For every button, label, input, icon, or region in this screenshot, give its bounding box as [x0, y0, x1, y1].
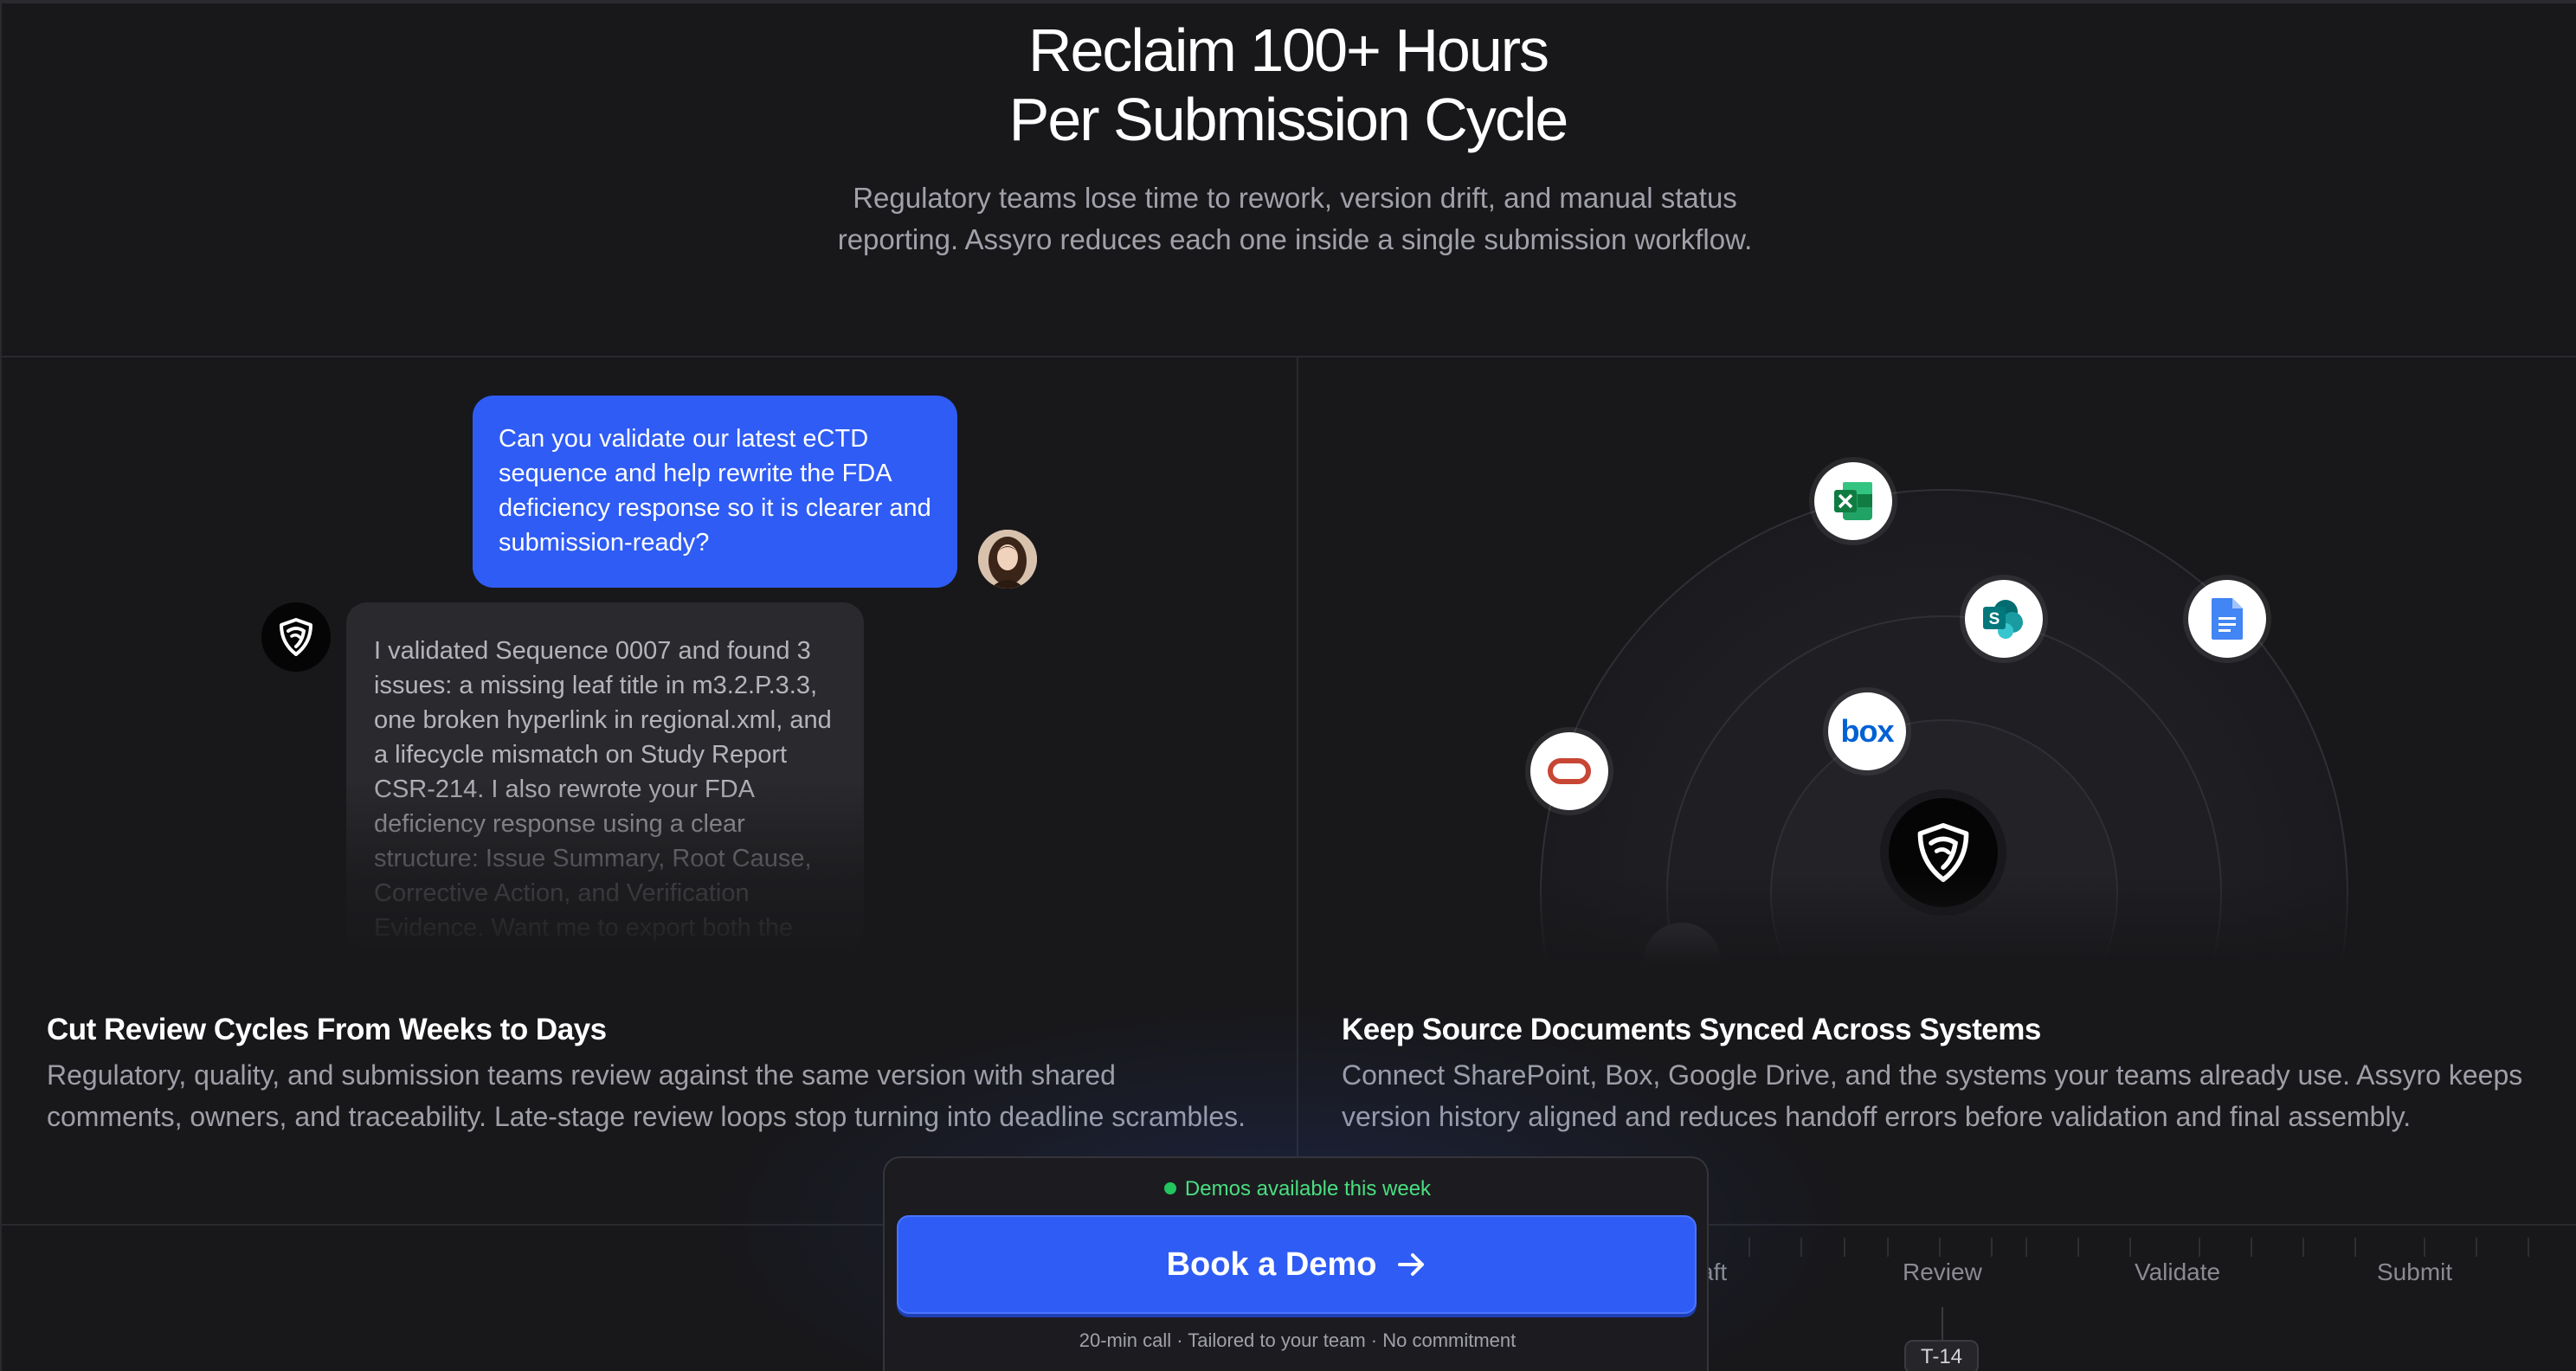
timeline-tick [2077, 1238, 2079, 1257]
section-divider [0, 356, 2576, 357]
timeline-tick [2025, 1238, 2027, 1257]
excel-icon [1834, 482, 1872, 520]
timeline-tick [2528, 1238, 2529, 1257]
timeline-stage-review: Review [1903, 1258, 1982, 1285]
page-title: Reclaim 100+ Hours Per Submission Cycle [0, 16, 2576, 154]
hero-subtitle: Regulatory teams lose time to rework, ve… [837, 182, 1753, 255]
user-avatar [978, 530, 1037, 589]
timeline-tick [2199, 1238, 2200, 1257]
box-node: box [1828, 692, 1906, 770]
sharepoint-icon: S [1983, 600, 2023, 639]
cta-card: Demos available this week Book a Demo 20… [883, 1156, 1709, 1371]
google-docs-icon [2212, 598, 2243, 640]
orbit-fade [1300, 874, 2576, 964]
feature-title-review: Cut Review Cycles From Weeks to Days [47, 1013, 607, 1046]
book-demo-label: Book a Demo [1166, 1245, 1377, 1283]
timeline-tick [1991, 1238, 1993, 1257]
oracle-node [1530, 732, 1608, 810]
box-icon: box [1840, 713, 1894, 749]
timeline-tick [2424, 1238, 2425, 1257]
timeline-tick [1887, 1238, 1889, 1257]
cta-note: 20-min call · Tailored to your team · No… [1079, 1329, 1517, 1351]
timeline-tick [2476, 1238, 2477, 1257]
timeline-tick [2354, 1238, 2356, 1257]
assyro-shield-icon [280, 618, 312, 656]
message-fade-overlay [338, 779, 892, 961]
status-dot-icon [1163, 1182, 1176, 1194]
timeline-tick [2129, 1238, 2131, 1257]
title-line-2: Per Submission Cycle [1008, 86, 1569, 153]
timeline-stage-validate: Validate [2135, 1258, 2221, 1285]
timeline-tick [1939, 1238, 1941, 1257]
sharepoint-node: S [1965, 580, 2043, 658]
user-message-bubble: Can you validate our latest eCTD sequenc… [473, 396, 957, 588]
excel-node [1814, 462, 1892, 540]
assyro-bot-avatar [261, 602, 331, 672]
svg-text:S: S [1989, 610, 2000, 628]
oracle-icon [1548, 758, 1591, 784]
demo-availability-status: Demos available this week [885, 1177, 1710, 1201]
arrow-right-icon [1397, 1252, 1426, 1278]
book-demo-button[interactable]: Book a Demo [897, 1215, 1697, 1314]
timeline-stage-submit: Submit [2377, 1258, 2453, 1285]
title-line-1: Reclaim 100+ Hours [1027, 16, 1549, 84]
demo-availability-text: Demos available this week [1184, 1177, 1432, 1200]
timeline-tick [2302, 1238, 2304, 1257]
timeline-marker-badge: T-14 [1904, 1340, 1979, 1371]
timeline-marker-line [1942, 1307, 1943, 1342]
google-docs-node [2188, 580, 2266, 658]
timeline-tick [2251, 1238, 2252, 1257]
integrations-orbit: S box [1300, 358, 2576, 964]
